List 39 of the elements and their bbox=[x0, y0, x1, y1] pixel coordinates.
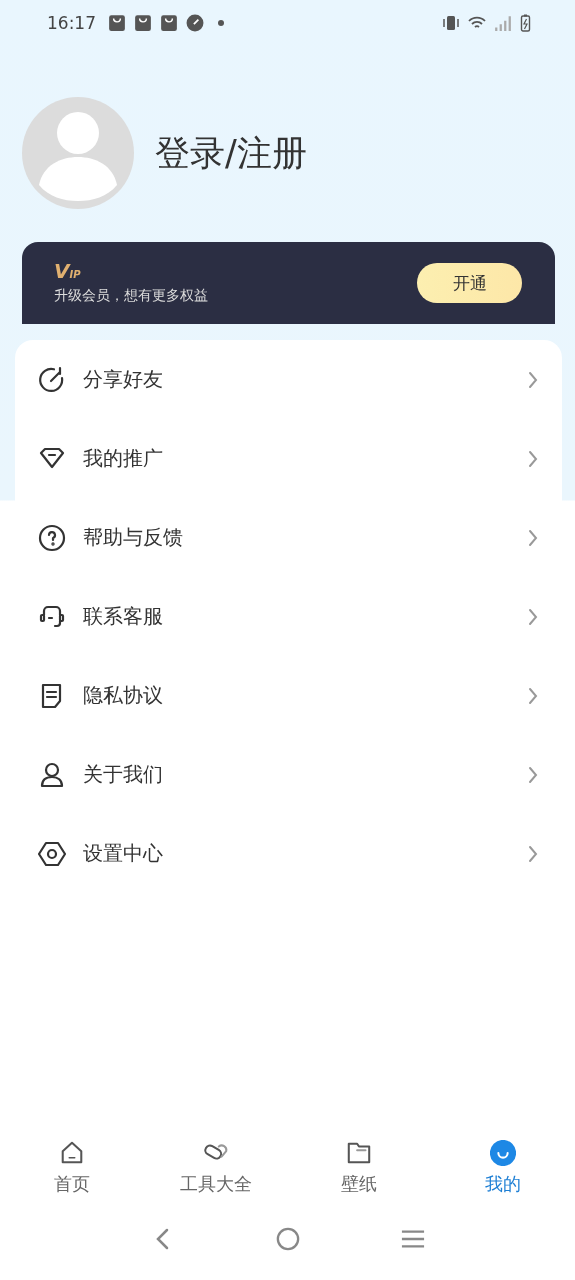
tab[interactable]: 壁纸 bbox=[287, 1140, 432, 1196]
vip-logo: VIP bbox=[54, 261, 81, 281]
menu-item[interactable]: 联系客服 bbox=[15, 577, 562, 656]
shopping-bag-icon bbox=[134, 14, 152, 32]
tab[interactable]: 我的 bbox=[431, 1140, 575, 1196]
share-icon bbox=[38, 365, 66, 394]
chevron-right-icon bbox=[528, 686, 538, 705]
shopping-bag-icon bbox=[160, 14, 178, 32]
menu-item[interactable]: 我的推广 bbox=[15, 419, 562, 498]
settings-icon bbox=[38, 839, 66, 868]
login-register-link[interactable]: 登录/注册 bbox=[155, 129, 307, 177]
menu-icon[interactable] bbox=[400, 1227, 425, 1251]
smiley-icon bbox=[490, 1140, 517, 1166]
person-icon bbox=[38, 760, 66, 789]
menu-item[interactable]: 关于我们 bbox=[15, 735, 562, 814]
home-button-icon[interactable] bbox=[275, 1227, 300, 1251]
chevron-right-icon bbox=[528, 765, 538, 784]
speedometer-icon bbox=[186, 14, 204, 32]
help-icon bbox=[38, 523, 66, 552]
chevron-right-icon bbox=[528, 370, 538, 389]
activate-button[interactable]: 开通 bbox=[417, 263, 522, 303]
menu-item[interactable]: 帮助与反馈 bbox=[15, 498, 562, 577]
signal-icon bbox=[494, 14, 512, 32]
chevron-right-icon bbox=[528, 528, 538, 547]
notification-dot-icon bbox=[218, 20, 224, 26]
chevron-right-icon bbox=[528, 607, 538, 626]
menu-item[interactable]: 分享好友 bbox=[15, 340, 562, 419]
chevron-right-icon bbox=[528, 844, 538, 863]
tab[interactable]: 首页 bbox=[0, 1140, 144, 1196]
vibrate-icon bbox=[442, 14, 460, 32]
menu-item[interactable]: 隐私协议 bbox=[15, 656, 562, 735]
menu-item[interactable]: 设置中心 bbox=[15, 814, 562, 893]
chevron-right-icon bbox=[528, 449, 538, 468]
vip-subtitle: 升级会员，想有更多权益 bbox=[54, 287, 208, 305]
status-time: 16:17 bbox=[47, 13, 96, 33]
tab[interactable]: 工具大全 bbox=[143, 1140, 288, 1196]
folder-icon bbox=[346, 1140, 373, 1166]
battery-charging-icon bbox=[520, 14, 531, 32]
shopping-bag-icon bbox=[108, 14, 126, 32]
